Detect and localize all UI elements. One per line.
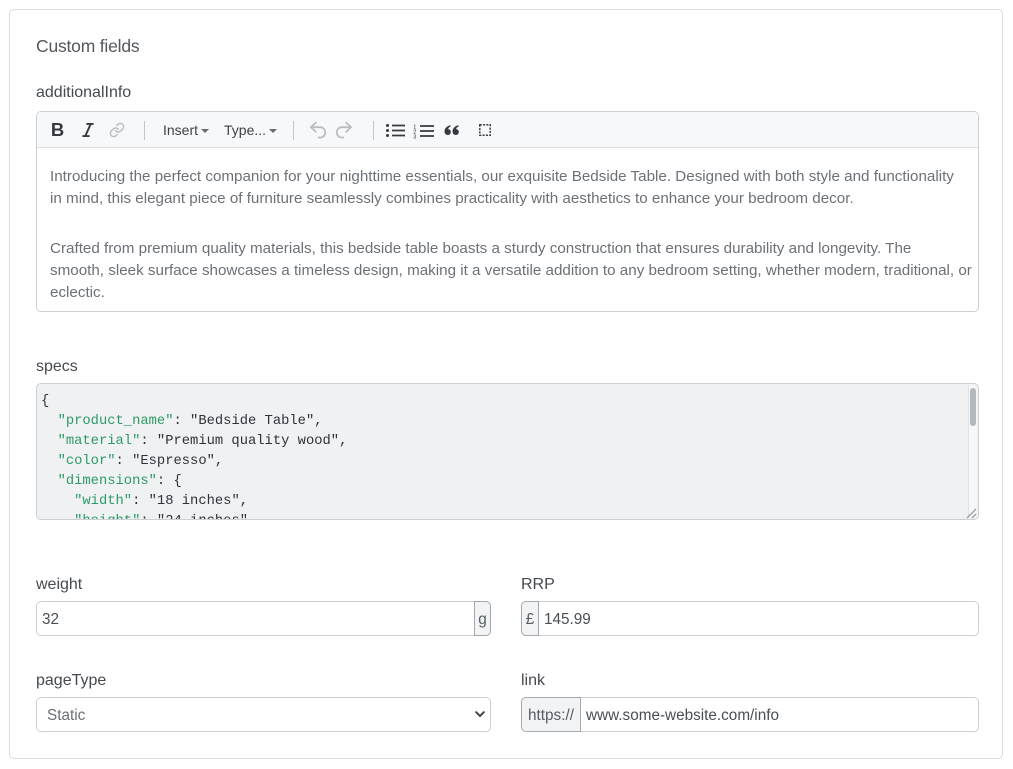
svg-text:3: 3 [413, 134, 416, 139]
